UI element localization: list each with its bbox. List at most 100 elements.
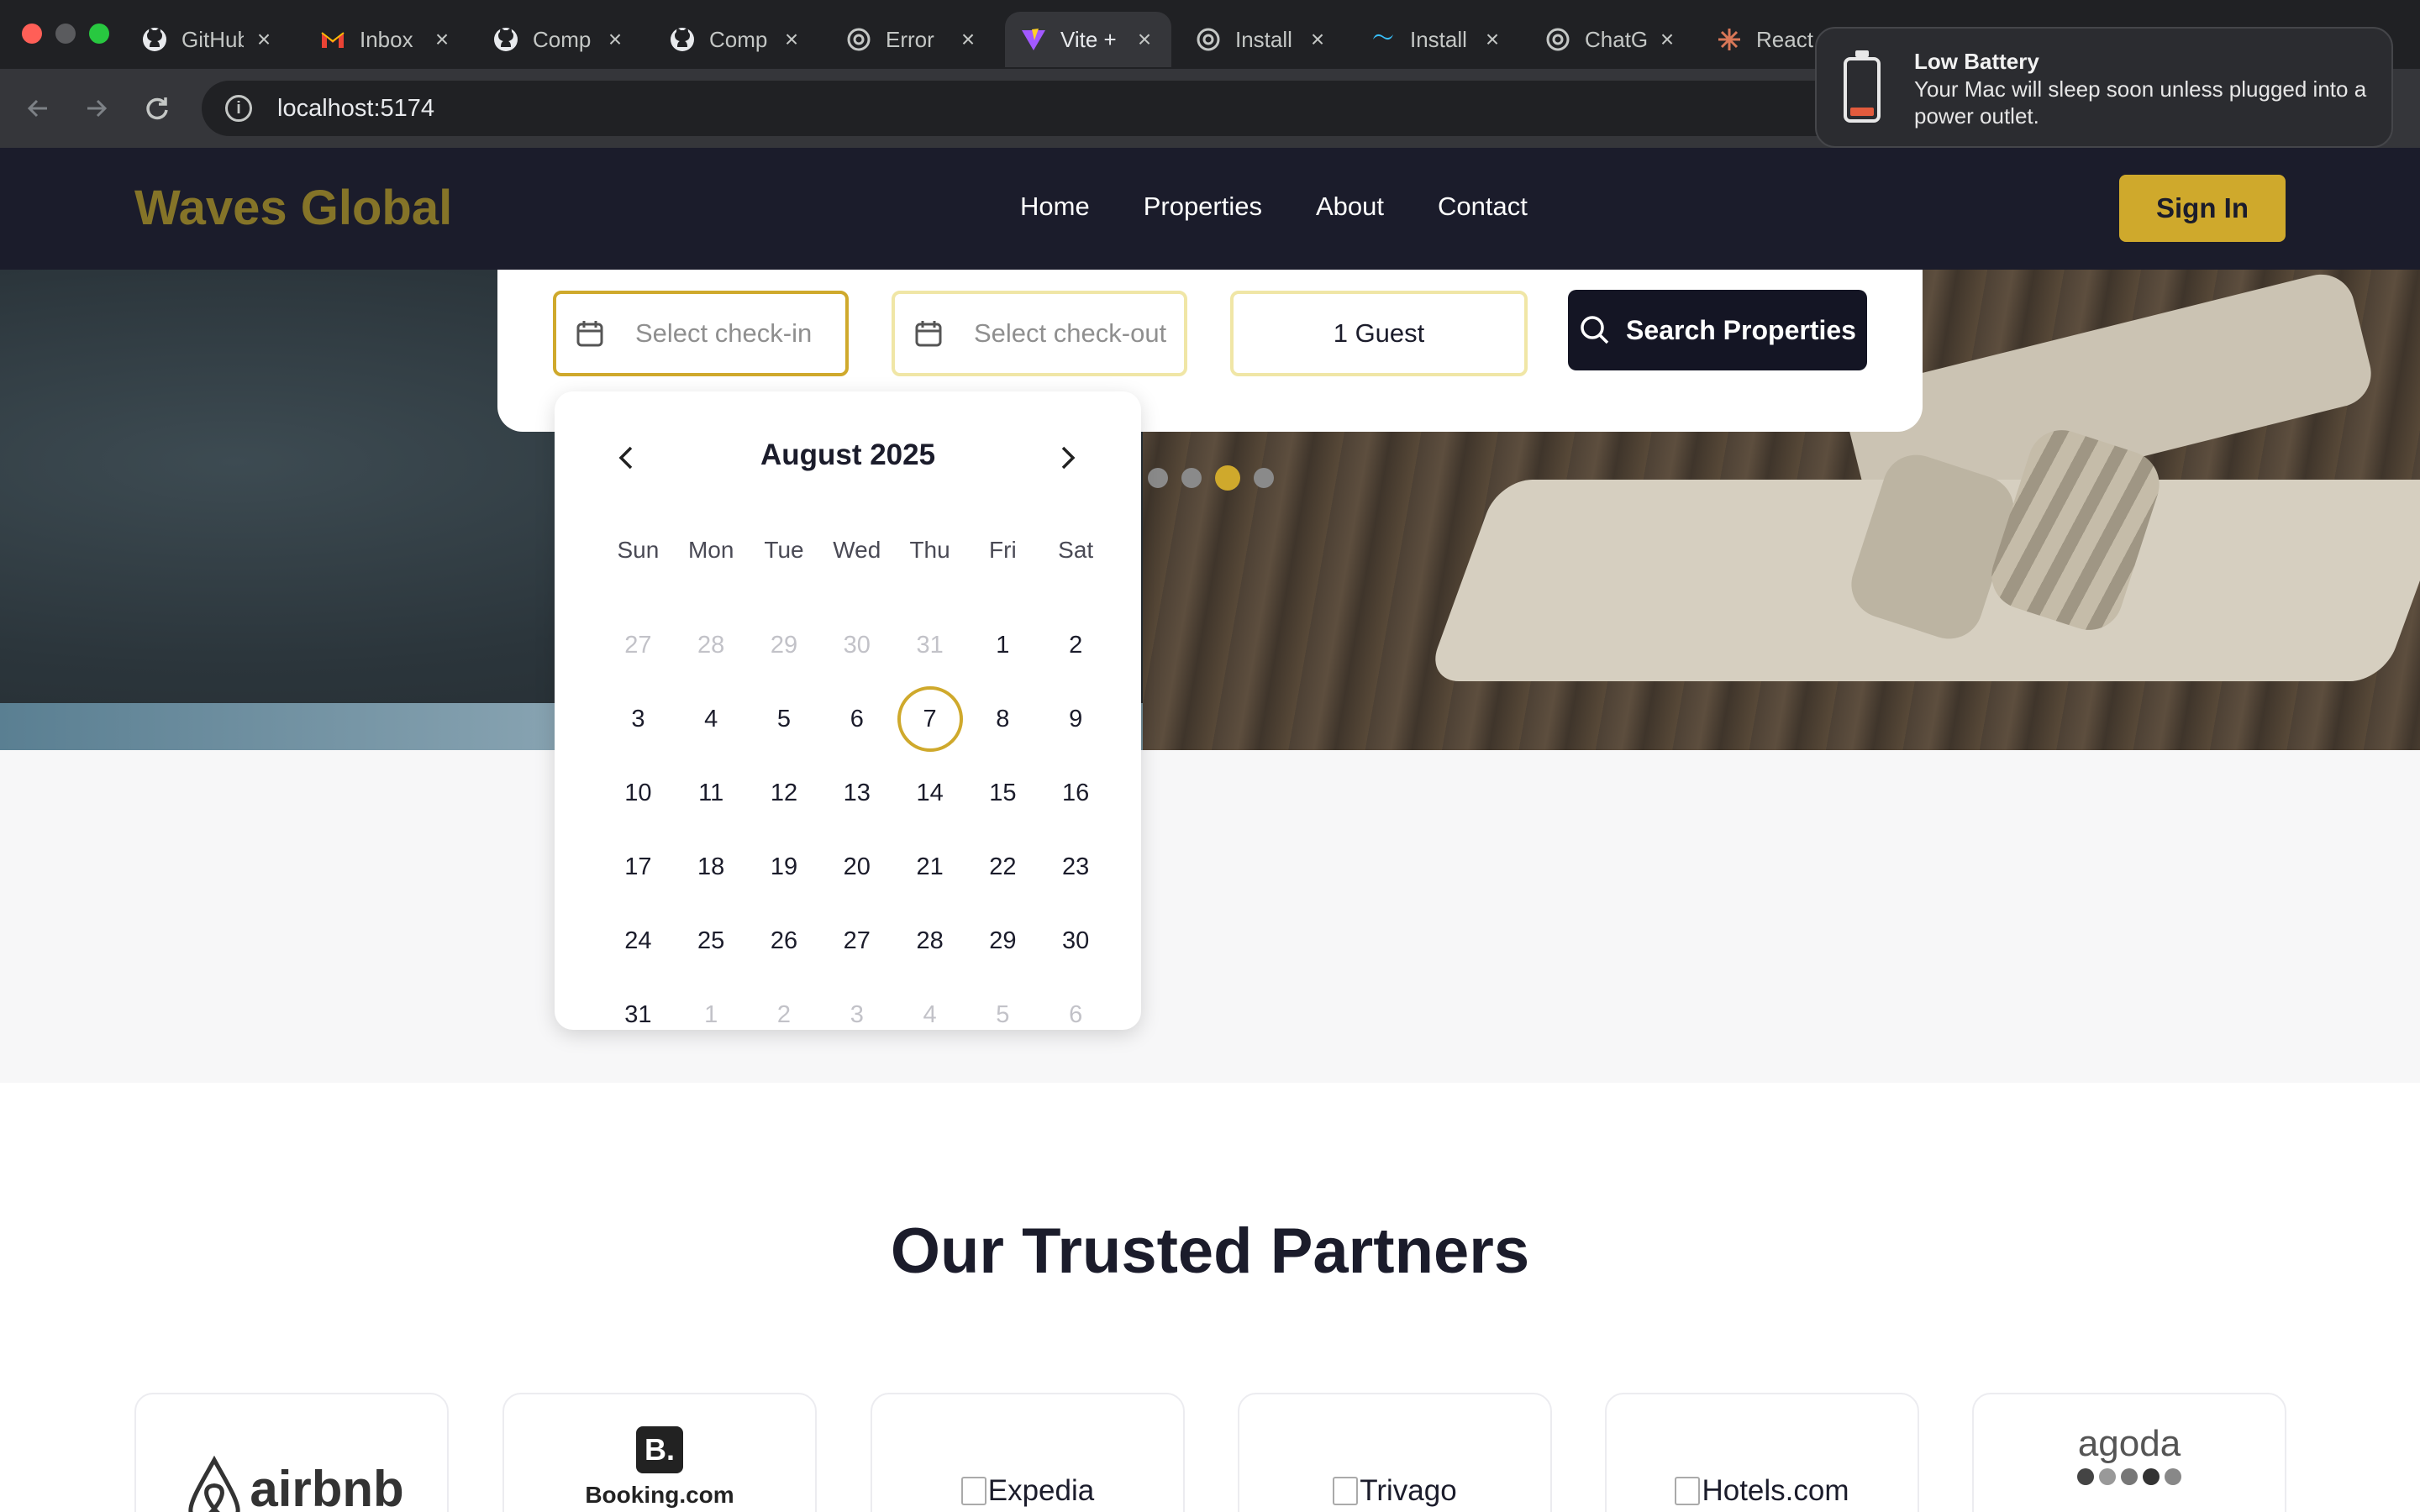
close-tab-icon[interactable]: × <box>252 26 276 53</box>
close-window-button[interactable] <box>22 24 42 44</box>
partner-card-expedia[interactable]: Expedia <box>871 1393 1185 1512</box>
browser-tab[interactable]: Install × <box>1355 12 1519 67</box>
calendar-day[interactable]: 29 <box>966 904 1039 978</box>
guests-selector[interactable]: 1 Guest <box>1230 291 1528 376</box>
calendar-day[interactable]: 11 <box>675 756 748 830</box>
calendar-day[interactable]: 3 <box>602 682 675 756</box>
carousel-dot[interactable] <box>1254 468 1274 488</box>
calendar-day[interactable]: 13 <box>820 756 893 830</box>
site-info-icon[interactable]: i <box>225 95 252 122</box>
next-month-button[interactable] <box>1049 438 1087 477</box>
search-properties-button[interactable]: Search Properties <box>1568 290 1867 370</box>
carousel-dot[interactable] <box>1181 468 1202 488</box>
partner-name: agoda <box>2077 1423 2181 1464</box>
calendar-day[interactable]: 28 <box>893 904 966 978</box>
back-button[interactable] <box>18 89 57 128</box>
calendar-day-outside-month[interactable]: 6 <box>1039 978 1113 1030</box>
site-logo[interactable]: Waves Global <box>134 180 452 236</box>
calendar-day[interactable]: 6 <box>820 682 893 756</box>
low-battery-notification[interactable]: Low Battery Your Mac will sleep soon unl… <box>1815 27 2393 148</box>
calendar-day-outside-month[interactable]: 29 <box>748 608 821 682</box>
browser-tab[interactable]: Comp × <box>477 12 642 67</box>
nav-about[interactable]: About <box>1316 192 1384 222</box>
partner-card-booking[interactable]: B. Booking.com <box>502 1393 817 1512</box>
close-tab-icon[interactable]: × <box>1481 26 1504 53</box>
calendar-day[interactable]: 17 <box>602 830 675 904</box>
calendar-day[interactable]: 14 <box>893 756 966 830</box>
minimize-window-button[interactable] <box>55 24 76 44</box>
close-tab-icon[interactable]: × <box>1655 26 1679 53</box>
nav-home[interactable]: Home <box>1020 192 1090 222</box>
calendar-day[interactable]: 24 <box>602 904 675 978</box>
calendar-day-number: 20 <box>843 853 871 880</box>
browser-tab[interactable]: GitHub × <box>126 12 291 67</box>
calendar-day[interactable]: 8 <box>966 682 1039 756</box>
calendar-day[interactable]: 5 <box>748 682 821 756</box>
calendar-day[interactable]: 26 <box>748 904 821 978</box>
calendar-day[interactable]: 25 <box>675 904 748 978</box>
calendar-day[interactable]: 19 <box>748 830 821 904</box>
prev-month-button[interactable] <box>607 438 645 477</box>
calendar-day-number: 25 <box>697 927 725 954</box>
checkin-field[interactable]: Select check-in <box>553 291 849 376</box>
partner-card-trivago[interactable]: Trivago <box>1238 1393 1552 1512</box>
calendar-day-number: 27 <box>843 927 871 954</box>
calendar-day-outside-month[interactable]: 2 <box>748 978 821 1030</box>
close-tab-icon[interactable]: × <box>603 26 627 53</box>
calendar-day[interactable]: 4 <box>675 682 748 756</box>
browser-tab-label: Vite + <box>1060 26 1117 52</box>
calendar-day[interactable]: 9 <box>1039 682 1113 756</box>
calendar-day[interactable]: 10 <box>602 756 675 830</box>
calendar-day[interactable]: 27 <box>820 904 893 978</box>
calendar-day-outside-month[interactable]: 28 <box>675 608 748 682</box>
close-tab-icon[interactable]: × <box>956 26 980 53</box>
close-tab-icon[interactable]: × <box>430 26 454 53</box>
calendar-day[interactable]: 15 <box>966 756 1039 830</box>
close-tab-icon[interactable]: × <box>780 26 803 53</box>
calendar-day-number: 21 <box>916 853 944 880</box>
calendar-day-outside-month[interactable]: 30 <box>820 608 893 682</box>
partner-card-agoda[interactable]: agoda <box>1972 1393 2286 1512</box>
calendar-day[interactable]: 7 <box>893 682 966 756</box>
calendar-day[interactable]: 31 <box>602 978 675 1030</box>
calendar-day[interactable]: 18 <box>675 830 748 904</box>
carousel-dot[interactable] <box>1148 468 1168 488</box>
close-tab-icon[interactable]: × <box>1133 26 1156 53</box>
partner-card-airbnb[interactable]: airbnb <box>134 1393 449 1512</box>
gmail-icon <box>319 26 346 53</box>
nav-contact[interactable]: Contact <box>1438 192 1528 222</box>
browser-tab[interactable]: Error × <box>830 12 995 67</box>
calendar-day-number: 28 <box>697 631 725 659</box>
checkout-field[interactable]: Select check-out <box>892 291 1187 376</box>
calendar-day-outside-month[interactable]: 3 <box>820 978 893 1030</box>
calendar-day[interactable]: 30 <box>1039 904 1113 978</box>
forward-button[interactable] <box>77 89 116 128</box>
calendar-day[interactable]: 21 <box>893 830 966 904</box>
browser-tab[interactable]: Inbox × <box>304 12 469 67</box>
calendar-day-outside-month[interactable]: 4 <box>893 978 966 1030</box>
calendar-day[interactable]: 20 <box>820 830 893 904</box>
calendar-day[interactable]: 16 <box>1039 756 1113 830</box>
calendar-day[interactable]: 23 <box>1039 830 1113 904</box>
sign-in-button[interactable]: Sign In <box>2119 175 2286 242</box>
browser-tab[interactable]: Install × <box>1180 12 1344 67</box>
calendar-day[interactable]: 2 <box>1039 608 1113 682</box>
partner-card-hotels[interactable]: Hotels.com <box>1605 1393 1919 1512</box>
calendar-day[interactable]: 22 <box>966 830 1039 904</box>
calendar-day-outside-month[interactable]: 27 <box>602 608 675 682</box>
calendar-day[interactable]: 12 <box>748 756 821 830</box>
calendar-day-outside-month[interactable]: 5 <box>966 978 1039 1030</box>
calendar-day-outside-month[interactable]: 31 <box>893 608 966 682</box>
close-tab-icon[interactable]: × <box>1306 26 1329 53</box>
browser-tab[interactable]: Vite + × <box>1005 12 1171 67</box>
nav-properties[interactable]: Properties <box>1144 192 1262 222</box>
browser-tab[interactable]: Comp × <box>654 12 818 67</box>
calendar-day-outside-month[interactable]: 1 <box>675 978 748 1030</box>
calendar-day-number: 15 <box>989 779 1017 806</box>
maximize-window-button[interactable] <box>89 24 109 44</box>
calendar-day[interactable]: 1 <box>966 608 1039 682</box>
reload-button[interactable] <box>138 89 176 128</box>
browser-tab[interactable]: ChatG × <box>1529 12 1694 67</box>
carousel-dot[interactable] <box>1215 465 1240 491</box>
broken-image-icon <box>1333 1477 1359 1505</box>
